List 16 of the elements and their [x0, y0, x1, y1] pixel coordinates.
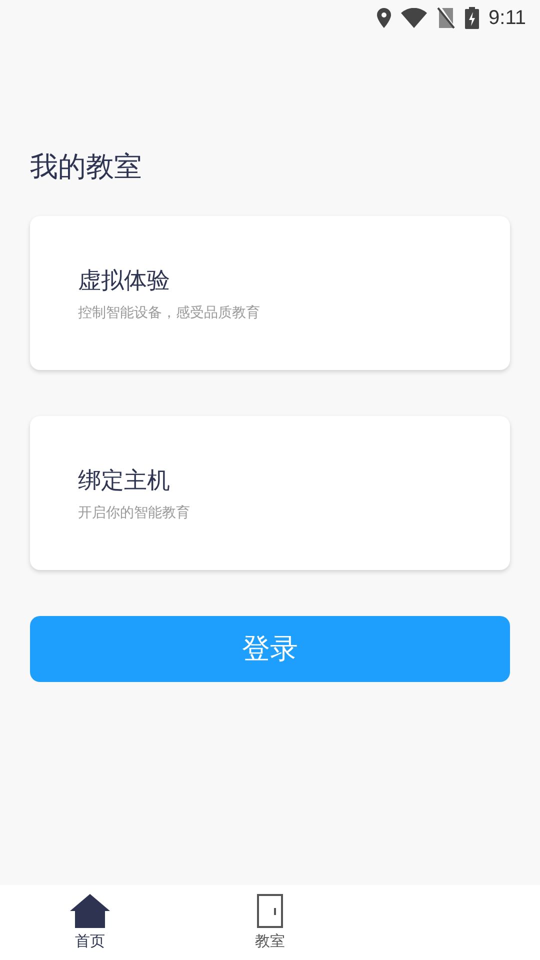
tab[interactable]: 教室 [180, 885, 360, 960]
status-time: 9:11 [488, 6, 526, 30]
card-subtitle: 开启你的智能教育 [78, 504, 190, 522]
battery-charging-icon [464, 7, 479, 29]
home-icon [70, 894, 110, 928]
card-subtitle: 控制智能设备，感受品质教育 [78, 304, 260, 322]
card-title: 虚拟体验 [78, 266, 170, 296]
tab[interactable]: 首页 [0, 885, 180, 960]
card-title: 绑定主机 [78, 466, 170, 496]
wifi-icon [400, 8, 427, 28]
page-title: 我的教室 [30, 149, 142, 185]
door-icon [256, 894, 284, 928]
no-sim-icon [436, 7, 455, 29]
location-icon [376, 8, 391, 28]
option-card[interactable]: 绑定主机 开启你的智能教育 [30, 416, 510, 570]
option-card[interactable]: 虚拟体验 控制智能设备，感受品质教育 [30, 216, 510, 370]
